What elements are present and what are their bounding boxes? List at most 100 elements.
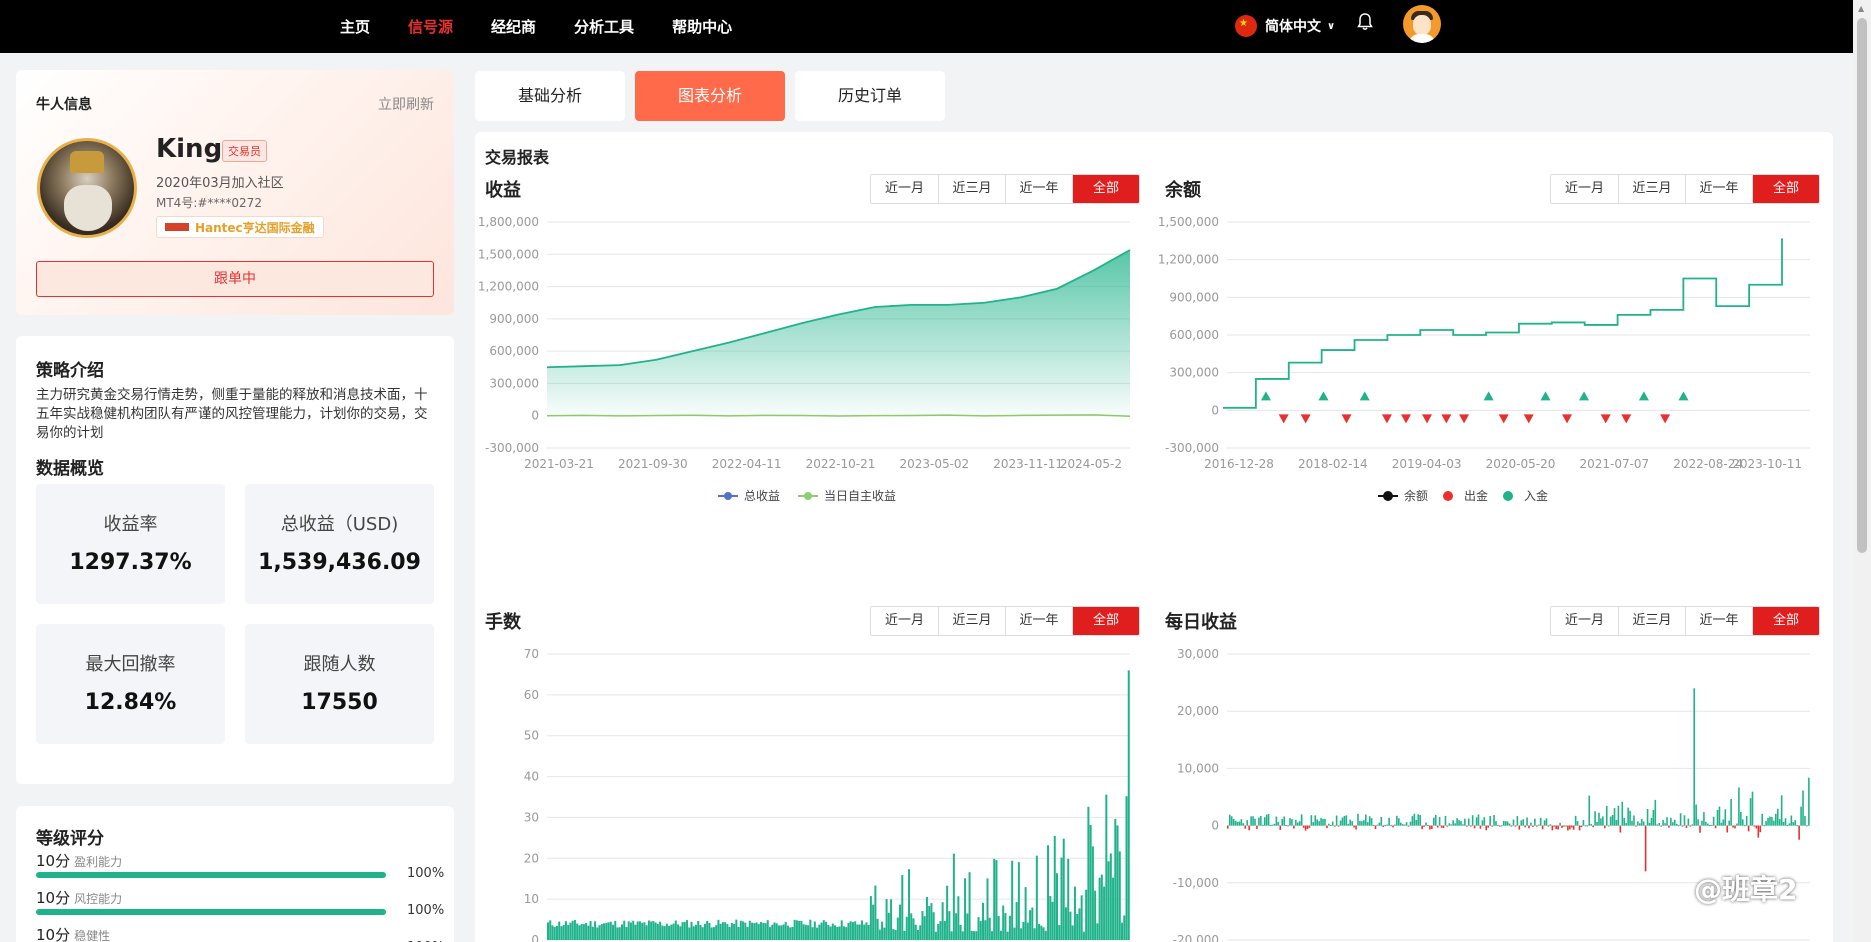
x-tick-label: 2019-04-03 bbox=[1392, 457, 1462, 471]
lots-bar bbox=[681, 922, 684, 940]
daily-profit-bar bbox=[1650, 817, 1653, 826]
lots-bar bbox=[1060, 857, 1063, 940]
daily-profit-bar bbox=[1287, 825, 1289, 827]
daily-profit-bar bbox=[1592, 825, 1594, 828]
lots-bar bbox=[560, 926, 563, 940]
nav-item-4[interactable]: 帮助中心 bbox=[672, 16, 732, 37]
daily-profit-bar bbox=[1320, 817, 1322, 826]
tab-chart-analysis[interactable]: 图表分析 bbox=[635, 71, 785, 121]
lots-bar bbox=[703, 923, 706, 940]
range-button-3[interactable]: 全部 bbox=[1752, 175, 1819, 203]
daily-profit-bar bbox=[1726, 825, 1729, 833]
range-button-0[interactable]: 近一月 bbox=[1551, 607, 1618, 635]
nav-item-0[interactable]: 主页 bbox=[340, 16, 370, 37]
nav-item-1[interactable]: 信号源 bbox=[408, 16, 453, 37]
strategy-panel: 策略介绍 主力研究黄金交易行情走势，侧重于量能的释放和消息技术面，十五年实战稳健… bbox=[16, 336, 454, 784]
daily-profit-bar bbox=[1510, 825, 1513, 827]
range-button-2[interactable]: 近一年 bbox=[1685, 175, 1752, 203]
daily-profit-bar bbox=[1434, 814, 1437, 826]
daily-profit-bar bbox=[1747, 825, 1750, 832]
nav-item-3[interactable]: 分析工具 bbox=[574, 16, 634, 37]
withdraw-marker bbox=[1498, 414, 1509, 424]
daily-profit-bar bbox=[1672, 822, 1674, 826]
rating-score: 10分 稳健性 bbox=[36, 926, 111, 942]
lots-bar bbox=[966, 913, 969, 940]
lots-bar bbox=[780, 925, 783, 940]
range-button-0[interactable]: 近一月 bbox=[1551, 175, 1618, 203]
scrollbar-thumb[interactable] bbox=[1857, 18, 1867, 553]
daily-profit-bar bbox=[1518, 825, 1521, 830]
range-button-3[interactable]: 全部 bbox=[1072, 607, 1139, 635]
lots-bar bbox=[988, 917, 991, 940]
lots-bar bbox=[686, 920, 689, 940]
daily-profit-bar bbox=[1778, 819, 1781, 826]
range-button-0[interactable]: 近一月 bbox=[871, 607, 938, 635]
daily-profit-bar bbox=[1561, 825, 1563, 828]
daily-profit-bar bbox=[1475, 817, 1478, 826]
daily-profit-bar bbox=[1370, 818, 1373, 826]
lots-bar bbox=[905, 916, 908, 940]
range-button-2[interactable]: 近一年 bbox=[1005, 175, 1072, 203]
lots-bar bbox=[547, 922, 549, 940]
lots-bar bbox=[721, 922, 724, 940]
daily-profit-bar bbox=[1508, 823, 1511, 826]
tab-history-orders[interactable]: 历史订单 bbox=[795, 71, 945, 121]
lots-bar bbox=[1051, 901, 1054, 940]
lots-bar bbox=[993, 858, 996, 940]
lots-bar bbox=[1073, 886, 1076, 940]
daily-profit-bar bbox=[1751, 791, 1754, 826]
language-selector[interactable]: 简体中文 ∨ bbox=[1235, 12, 1335, 40]
daily-profit-bar bbox=[1263, 817, 1266, 826]
daily-profit-bar bbox=[1254, 818, 1256, 826]
y-tick-label: 0 bbox=[531, 409, 539, 423]
daily-profit-bar bbox=[1759, 825, 1762, 833]
range-button-2[interactable]: 近一年 bbox=[1685, 607, 1752, 635]
tab-basic-analysis[interactable]: 基础分析 bbox=[475, 71, 625, 121]
lots-bar bbox=[1094, 890, 1097, 940]
lots-bar bbox=[733, 924, 736, 940]
lots-bar bbox=[717, 919, 720, 940]
scroll-up-icon[interactable]: ▲ bbox=[1858, 4, 1864, 13]
daily-profit-bar bbox=[1421, 825, 1423, 830]
daily-profit-bar bbox=[1677, 825, 1680, 827]
daily-profit-bar bbox=[1600, 818, 1602, 826]
range-button-1[interactable]: 近三月 bbox=[938, 175, 1005, 203]
range-button-1[interactable]: 近三月 bbox=[938, 607, 1005, 635]
daily-profit-bar bbox=[1792, 822, 1795, 826]
range-button-1[interactable]: 近三月 bbox=[1618, 175, 1685, 203]
range-button-1[interactable]: 近三月 bbox=[1618, 607, 1685, 635]
bell-icon[interactable] bbox=[1357, 13, 1375, 33]
lots-bar bbox=[791, 926, 794, 940]
range-button-0[interactable]: 近一月 bbox=[871, 175, 938, 203]
daily-profit-bar bbox=[1456, 818, 1458, 826]
lots-bar bbox=[809, 919, 812, 940]
daily-profit-bar bbox=[1621, 801, 1624, 826]
daily-profit-bar bbox=[1555, 825, 1558, 830]
lots-bar bbox=[847, 922, 850, 940]
y-tick-label: 30,000 bbox=[1177, 647, 1219, 661]
join-date: 2020年03月加入社区 bbox=[156, 176, 284, 191]
range-button-3[interactable]: 全部 bbox=[1752, 607, 1819, 635]
lots-bar bbox=[652, 921, 655, 940]
range-button-3[interactable]: 全部 bbox=[1072, 175, 1139, 203]
daily-profit-bar bbox=[1329, 824, 1332, 826]
daily-profit-bar bbox=[1361, 821, 1363, 826]
refresh-link[interactable]: 立即刷新 bbox=[378, 94, 434, 114]
lots-bar bbox=[726, 923, 729, 940]
page-scrollbar[interactable]: ▲ bbox=[1853, 0, 1871, 942]
daily-profit-bar bbox=[1627, 807, 1629, 826]
daily-profit-bar bbox=[1718, 806, 1721, 826]
lots-bar bbox=[986, 878, 989, 940]
nav-item-2[interactable]: 经纪商 bbox=[491, 16, 536, 37]
daily-profit-bar bbox=[1580, 825, 1583, 828]
lots-bar bbox=[636, 921, 639, 940]
user-avatar[interactable] bbox=[1403, 5, 1441, 43]
lots-bar bbox=[784, 921, 787, 940]
daily-profit-bar bbox=[1806, 825, 1808, 827]
daily-profit-bar bbox=[1794, 820, 1797, 826]
daily-profit-bar bbox=[1734, 825, 1736, 829]
lots-bar bbox=[627, 921, 630, 940]
lots-bar bbox=[1069, 911, 1072, 940]
follow-button[interactable]: 跟单中 bbox=[36, 261, 434, 297]
range-button-2[interactable]: 近一年 bbox=[1005, 607, 1072, 635]
